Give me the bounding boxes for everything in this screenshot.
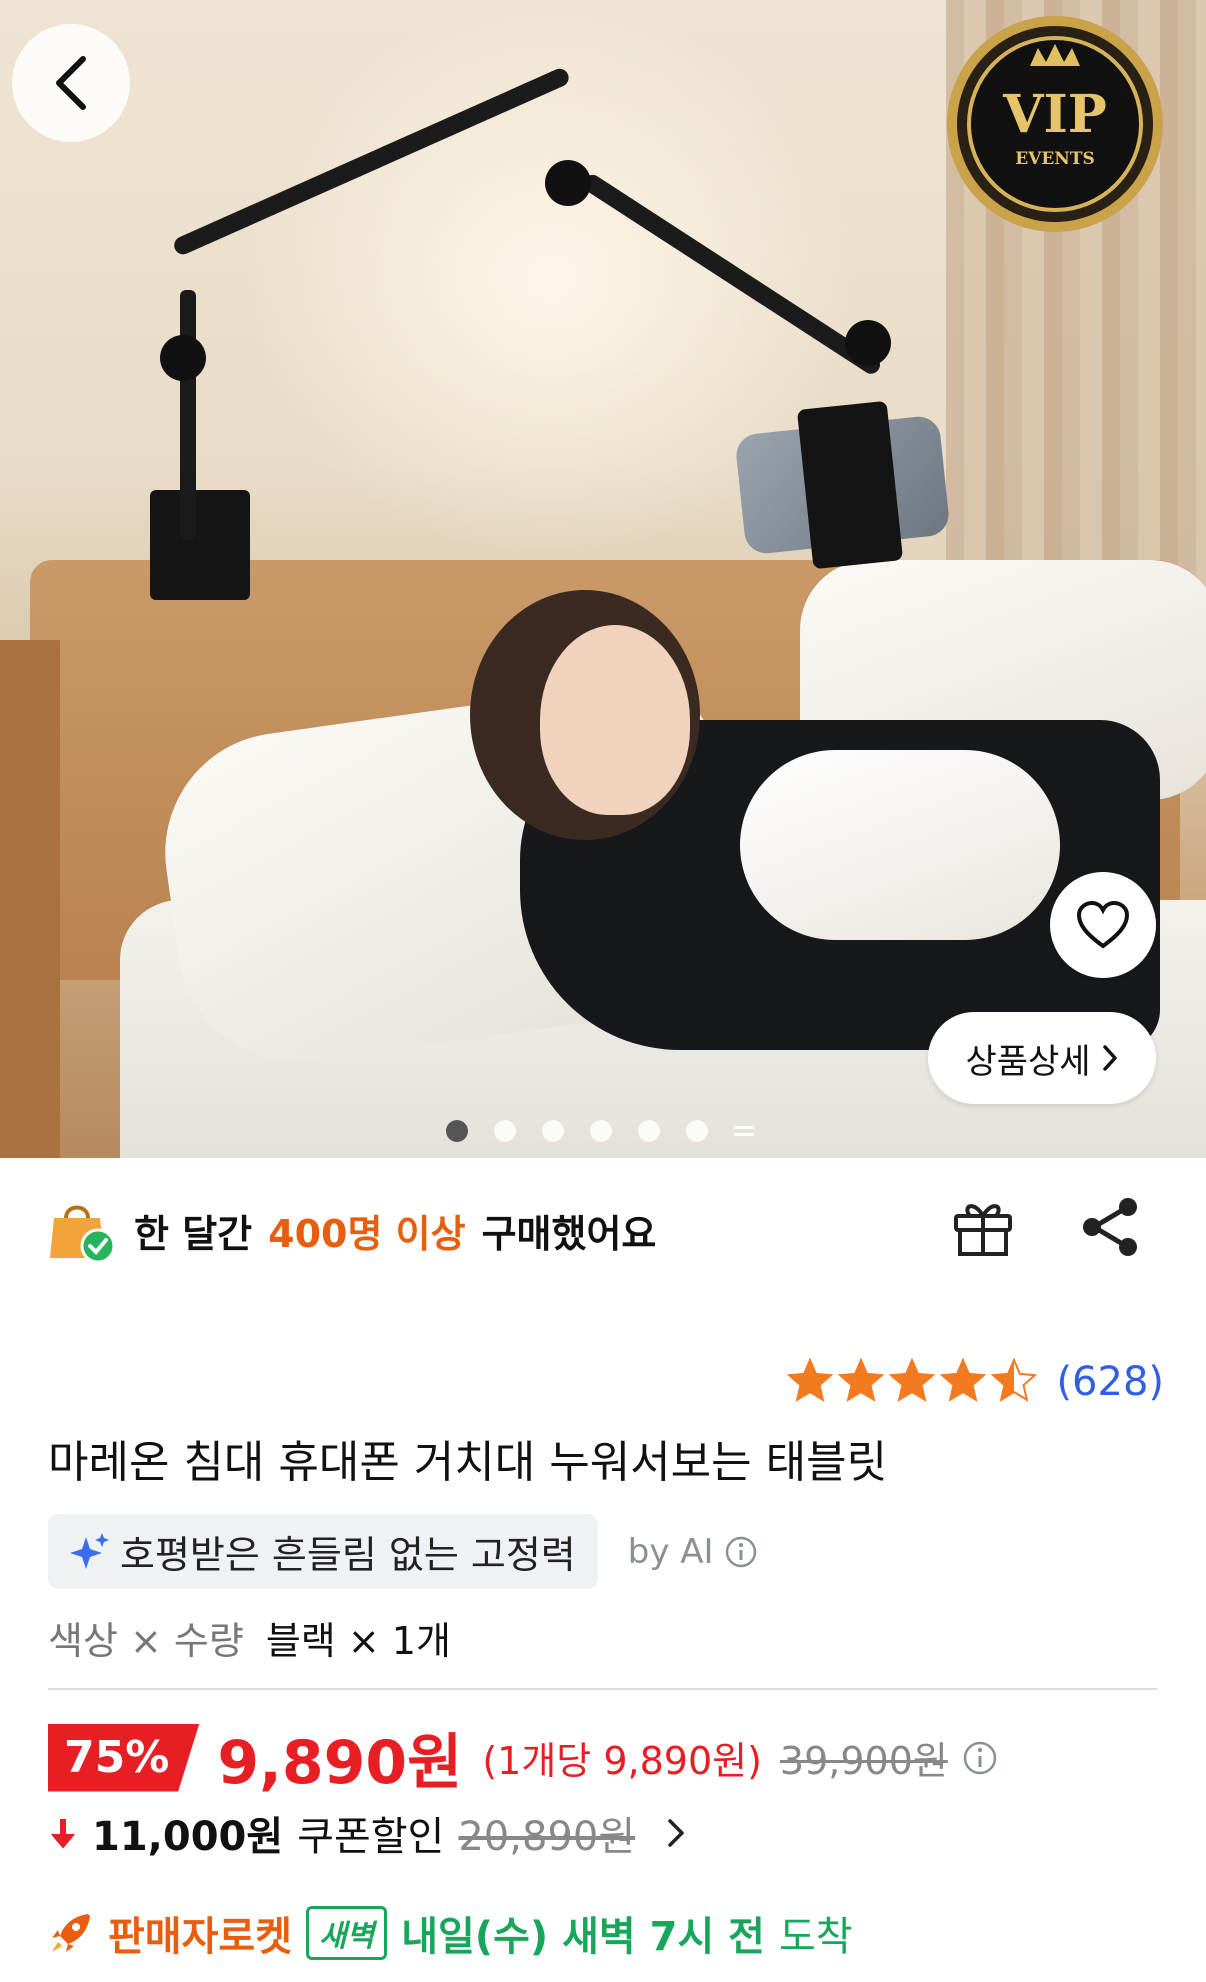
vip-events-badge[interactable]: VIP EVENTS xyxy=(920,4,1190,244)
coupon-amount: 11,000원 xyxy=(92,1814,284,1860)
sparkle-icon xyxy=(70,1532,109,1569)
arrival-label: 도착 xyxy=(778,1914,853,1960)
shopping-bag-check-icon xyxy=(50,1205,116,1264)
coupon-row[interactable]: 11,000원 쿠폰할인 20,890원 xyxy=(48,1804,687,1862)
slide-indicator xyxy=(446,1120,754,1142)
unit-price: (1개당 9,890원) xyxy=(482,1739,762,1783)
gift-button[interactable] xyxy=(950,1196,1016,1262)
review-count[interactable]: (628) xyxy=(1056,1359,1164,1405)
original-price: 39,900원 xyxy=(779,1739,948,1783)
by-ai-label: by AI xyxy=(627,1531,714,1572)
stand-clamp xyxy=(150,490,250,600)
slide-dot[interactable] xyxy=(542,1120,564,1142)
ai-summary-row: 호평받은 흔들림 없는 고정력 by AI xyxy=(48,1514,758,1589)
rocket-icon xyxy=(52,1914,90,1952)
star xyxy=(889,1358,936,1402)
buyers-highlight: 400명 이상 xyxy=(268,1211,466,1256)
star xyxy=(991,1358,1038,1402)
rating[interactable]: (628) xyxy=(784,1358,1164,1406)
person-face xyxy=(540,625,690,815)
discount-badge: 75% xyxy=(48,1723,200,1792)
option-value: 블랙 × 1개 xyxy=(265,1619,451,1663)
buyers-prefix: 한 달간 xyxy=(134,1211,253,1256)
stand-arm-vertical xyxy=(180,290,196,540)
coupon-was-price: 20,890원 xyxy=(458,1814,636,1860)
option-label: 색상 × 수량 xyxy=(48,1619,244,1663)
stand-joint xyxy=(160,335,206,381)
by-ai-info[interactable]: by AI xyxy=(628,1532,758,1572)
slide-dot[interactable] xyxy=(590,1120,612,1142)
sale-price: 9,890원 xyxy=(217,1728,463,1798)
share-icon xyxy=(1083,1198,1137,1256)
buyers-suffix: 구매했어요 xyxy=(481,1211,657,1256)
gift-icon xyxy=(954,1204,1012,1256)
back-button[interactable] xyxy=(12,24,130,142)
slide-dot[interactable] xyxy=(638,1120,660,1142)
delivery-time: 내일(수) 새벽 7시 전 xyxy=(401,1914,765,1960)
slide-dot[interactable] xyxy=(446,1120,468,1142)
dawn-delivery-badge: 새벽 xyxy=(306,1906,388,1960)
star xyxy=(940,1358,987,1402)
chevron-right-icon xyxy=(1102,1045,1117,1071)
arrow-down-icon xyxy=(51,1819,75,1849)
slide-dot[interactable] xyxy=(494,1120,516,1142)
option-row[interactable]: 색상 × 수량 블랙 × 1개 xyxy=(48,1610,451,1665)
star xyxy=(838,1358,885,1402)
coupon-label: 쿠폰할인 xyxy=(297,1814,445,1860)
share-button[interactable] xyxy=(1080,1196,1140,1262)
stand-joint xyxy=(545,160,591,206)
stand-joint xyxy=(845,320,891,366)
star-rating-icon xyxy=(787,1358,1038,1402)
seller-rocket-label: 판매자로켓 xyxy=(108,1914,292,1960)
product-title: 마레온 침대 휴대폰 거치대 누워서보는 태블릿 xyxy=(48,1437,888,1488)
vip-text: VIP xyxy=(1002,84,1107,145)
bed-frame xyxy=(0,640,60,1158)
product-detail-button[interactable]: 상품상세 xyxy=(928,1012,1156,1104)
purchase-count-banner: 한 달간 400명 이상 구매했어요 xyxy=(48,1196,656,1264)
price-row: 75% 9,890원 (1개당 9,890원) 39,900원 xyxy=(48,1714,998,1801)
hug-pillow xyxy=(740,750,1060,940)
product-detail-label: 상품상세 xyxy=(965,1041,1091,1082)
chevron-right-icon xyxy=(668,1819,684,1847)
shipping-row: 판매자로켓 새벽 내일(수) 새벽 7시 전 도착 xyxy=(48,1904,853,1962)
chevron-left-icon xyxy=(56,56,86,110)
info-icon xyxy=(725,1536,756,1567)
phone-holder xyxy=(796,400,904,570)
events-text: EVENTS xyxy=(1015,149,1095,169)
slide-dot[interactable] xyxy=(686,1120,708,1142)
wishlist-button[interactable] xyxy=(1050,872,1156,978)
price-info-icon[interactable] xyxy=(962,1740,998,1776)
heart-icon xyxy=(1076,900,1130,949)
divider xyxy=(48,1688,1158,1690)
ai-summary-text: 호평받은 흔들림 없는 고정력 xyxy=(120,1533,576,1577)
star xyxy=(787,1358,834,1402)
ai-summary-chip[interactable]: 호평받은 흔들림 없는 고정력 xyxy=(48,1514,598,1589)
more-slides-icon[interactable] xyxy=(734,1120,754,1142)
